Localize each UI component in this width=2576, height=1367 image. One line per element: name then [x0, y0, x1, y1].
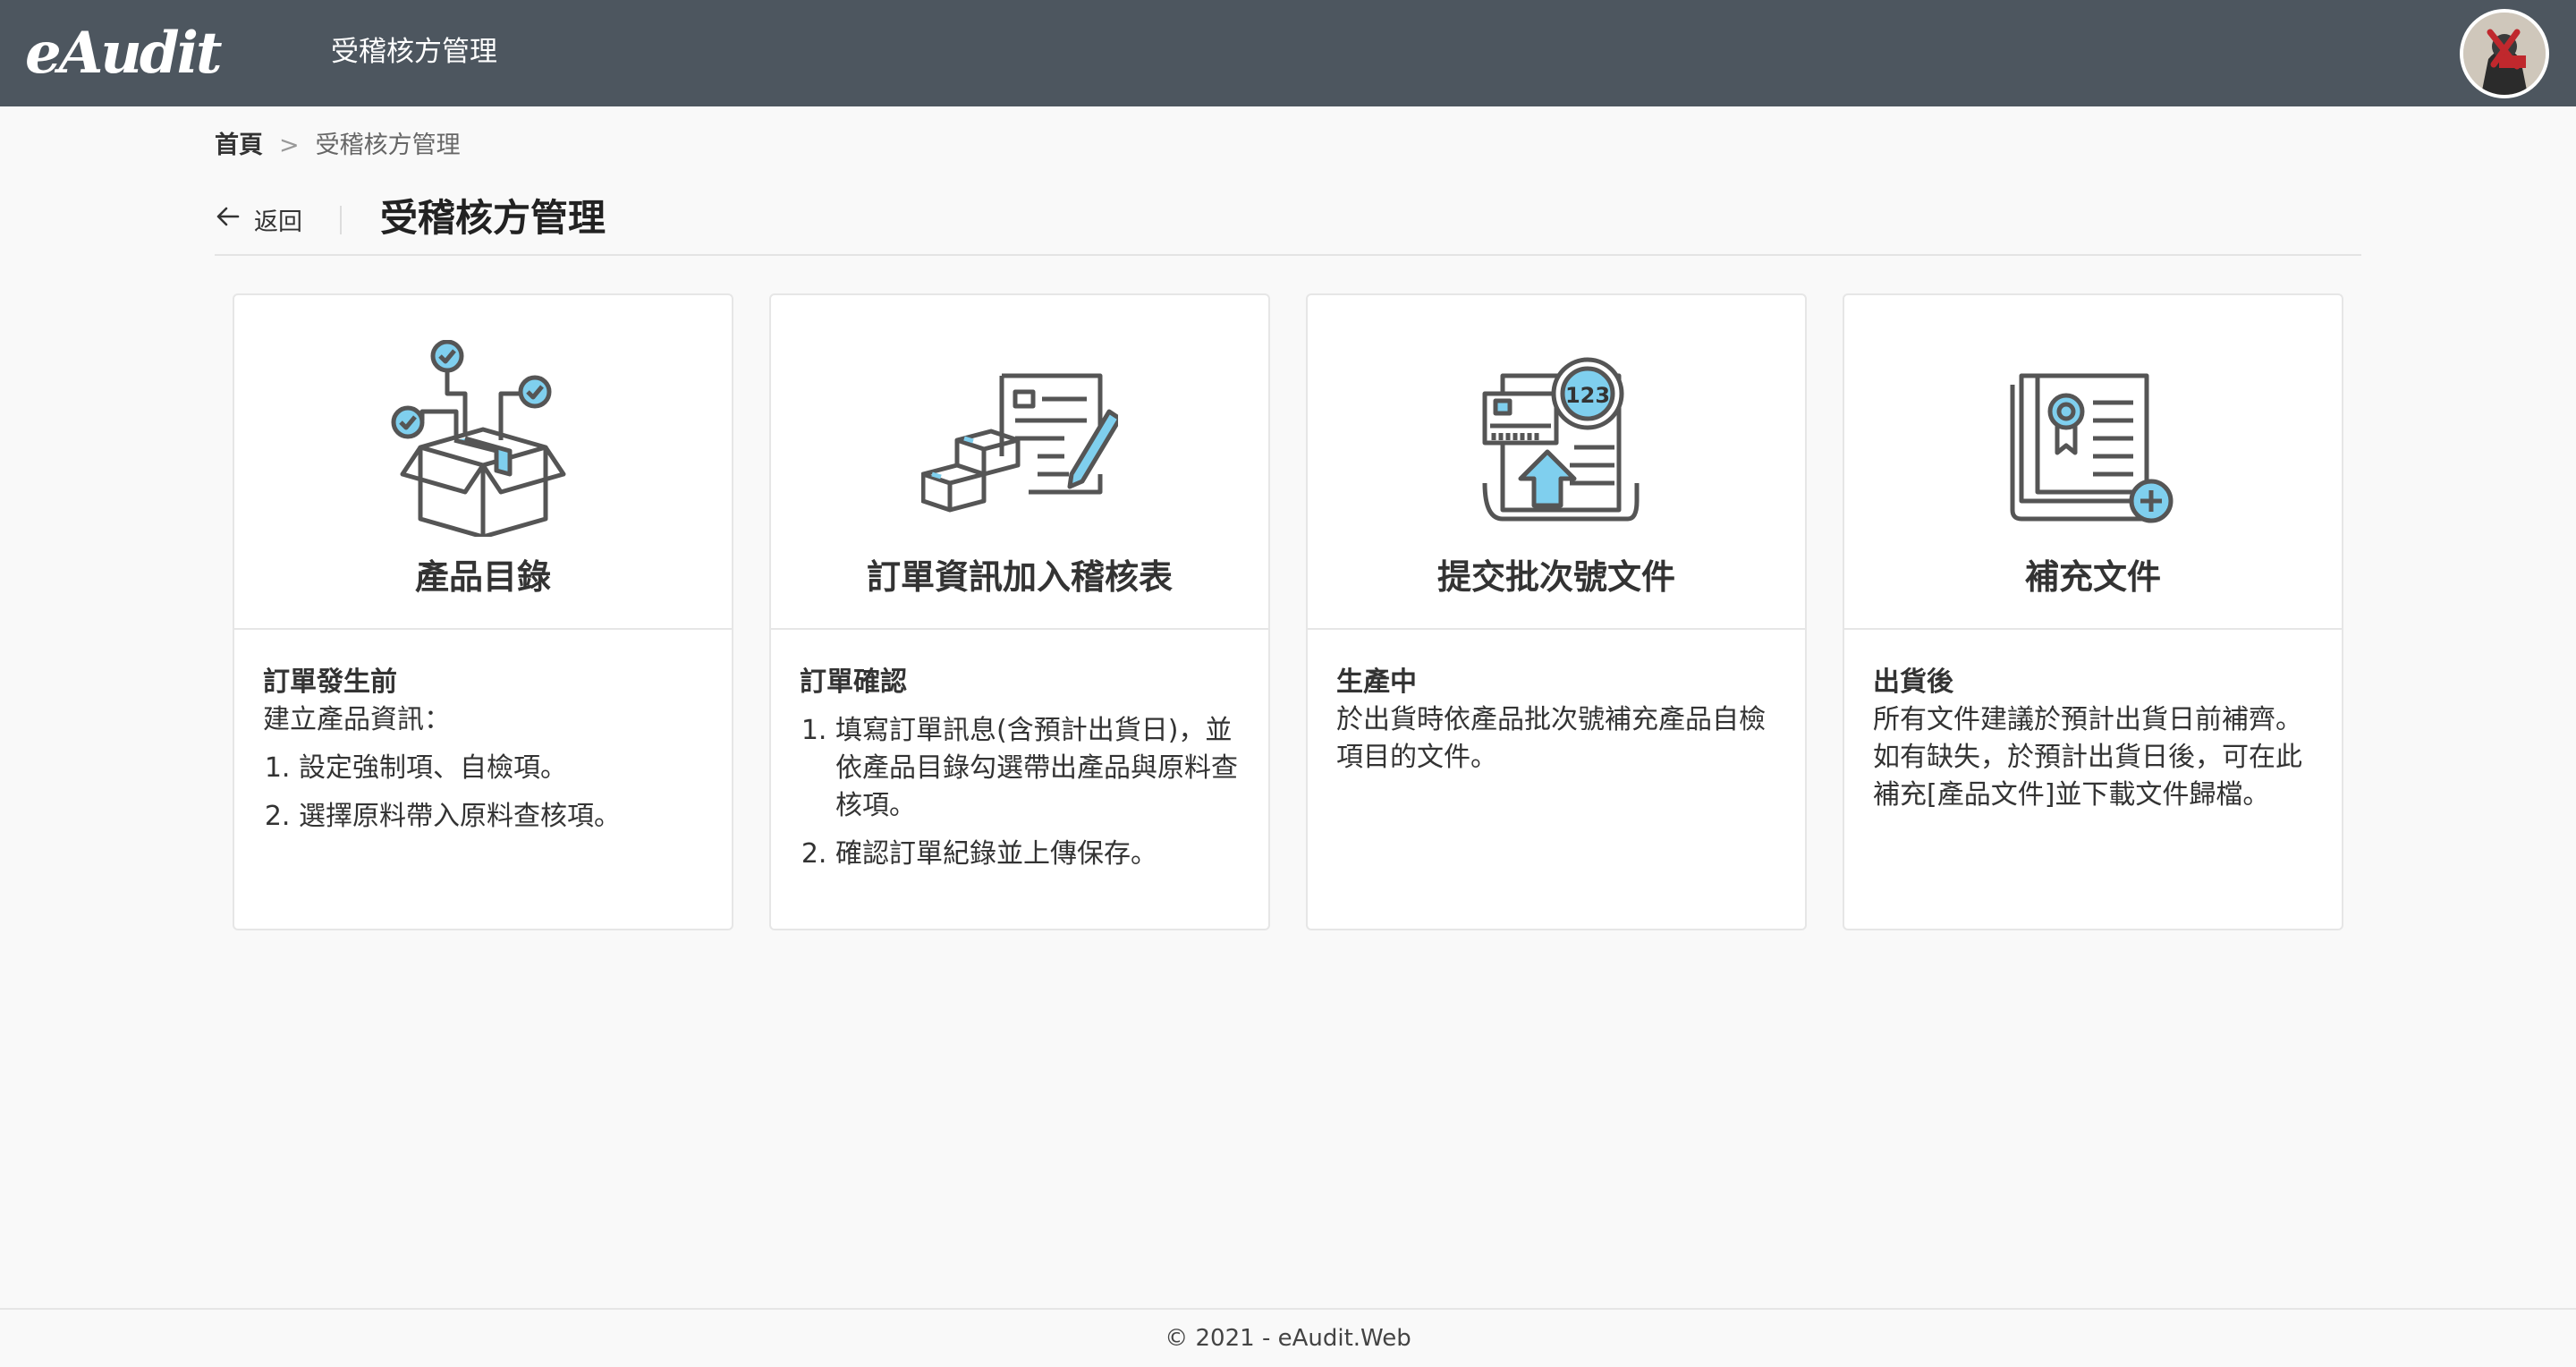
card-body: 訂單確認 填寫訂單訊息(含預計出貨日)，並依產品目錄勾選帶出產品與原料查核項。 … [800, 664, 1240, 884]
card-body: 生產中 於出貨時依產品批次號補充產品自檢項目的文件。 [1336, 664, 1776, 777]
breadcrumb-home[interactable]: 首頁 [215, 130, 263, 162]
card-heading: 生產中 [1336, 667, 1417, 698]
card-supplementary-documents[interactable]: 補充文件 出貨後 所有文件建議於預計出貨日前補齊。 如有缺失，於預計出貨日後，可… [1843, 293, 2343, 930]
card-intro: 建立產品資訊： [263, 704, 451, 735]
card-header: 訂單資訊加入稽核表 [771, 295, 1268, 630]
arrow-left-icon [215, 203, 242, 236]
certificate-add-icon [1995, 340, 2191, 537]
card-order-to-audit-form[interactable]: 訂單資訊加入稽核表 訂單確認 填寫訂單訊息(含預計出貨日)，並依產品目錄勾選帶出… [769, 293, 1270, 930]
card-title: 提交批次號文件 [1436, 557, 1675, 597]
footer: © 2021 - eAudit.Web [0, 1308, 2576, 1367]
card-paragraph: 於出貨時依產品批次號補充產品自檢項目的文件。 [1336, 704, 1766, 773]
card-step: 填寫訂單訊息(含預計出貨日)，並依產品目錄勾選帶出產品與原料查核項。 [835, 712, 1240, 825]
svg-text:123: 123 [1565, 383, 1610, 408]
user-avatar[interactable] [2460, 9, 2549, 98]
card-step: 確認訂單紀錄並上傳保存。 [835, 836, 1240, 873]
card-paragraph: 所有文件建議於預計出貨日前補齊。 [1873, 704, 2302, 735]
card-submit-batch-documents[interactable]: 123 提交批次號文件 生產中 於出貨時依產品批次號補充產品自檢項目的文件。 [1306, 293, 1807, 930]
card-heading: 訂單確認 [800, 667, 907, 698]
copyright-text: © 2021 - eAudit.Web [1165, 1325, 1411, 1352]
breadcrumb: 首頁 > 受稽核方管理 [215, 130, 461, 162]
card-heading: 出貨後 [1873, 667, 1953, 698]
card-body: 訂單發生前 建立產品資訊： 設定強制項、自檢項。 選擇原料帶入原料查核項。 [263, 664, 703, 846]
order-form-boxes-icon [920, 340, 1123, 537]
card-header: 產品目錄 [234, 295, 732, 630]
top-navbar: eAudit 受稽核方管理 [0, 0, 2576, 106]
card-title: 補充文件 [2024, 557, 2161, 597]
card-steps: 填寫訂單訊息(含預計出貨日)，並依產品目錄勾選帶出產品與原料查核項。 確認訂單紀… [800, 712, 1240, 873]
page-title: 受稽核方管理 [380, 196, 606, 240]
card-product-catalog[interactable]: 產品目錄 訂單發生前 建立產品資訊： 設定強制項、自檢項。 選擇原料帶入原料查核… [233, 293, 733, 930]
back-button[interactable]: 返回 [215, 202, 302, 237]
eaudit-logo[interactable]: eAudit [25, 21, 244, 86]
box-checklist-icon [385, 339, 581, 539]
back-label: 返回 [254, 208, 302, 236]
feature-cards: 產品目錄 訂單發生前 建立產品資訊： 設定強制項、自檢項。 選擇原料帶入原料查核… [233, 293, 2343, 930]
header-divider [340, 206, 342, 234]
breadcrumb-current: 受稽核方管理 [315, 132, 461, 159]
card-steps: 設定強制項、自檢項。 選擇原料帶入原料查核項。 [263, 750, 703, 836]
card-step: 設定強制項、自檢項。 [299, 750, 703, 787]
card-heading: 訂單發生前 [263, 667, 397, 698]
card-paragraph: 如有缺失，於預計出貨日後，可在此補充[產品文件]並下載文件歸檔。 [1873, 742, 2302, 811]
card-title: 產品目錄 [414, 557, 551, 597]
card-header: 補充文件 [1844, 295, 2342, 630]
card-body: 出貨後 所有文件建議於預計出貨日前補齊。 如有缺失，於預計出貨日後，可在此補充[… [1873, 664, 2313, 814]
page-header: 返回 受稽核方管理 [215, 186, 2361, 256]
batch-upload-document-icon: 123 [1458, 340, 1655, 537]
breadcrumb-separator: > [279, 132, 300, 159]
card-header: 123 提交批次號文件 [1308, 295, 1805, 630]
card-step: 選擇原料帶入原料查核項。 [299, 798, 703, 836]
app-title[interactable]: 受稽核方管理 [331, 34, 497, 70]
card-title: 訂單資訊加入稽核表 [866, 557, 1173, 597]
logo-text: eAudit [25, 20, 223, 87]
